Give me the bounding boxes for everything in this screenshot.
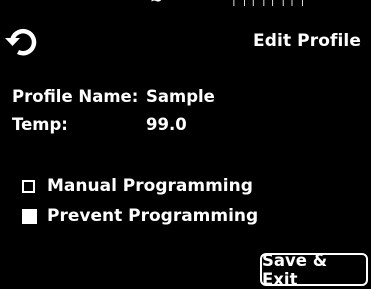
undo-arrow-icon xyxy=(5,28,37,56)
screen-title: Edit Profile xyxy=(253,31,361,51)
save-exit-button[interactable]: Save & Exit xyxy=(260,251,368,289)
manual-programming-label: Manual Programming xyxy=(47,176,253,196)
profile-name-value: Sample xyxy=(146,87,215,106)
profile-name-label: Profile Name: xyxy=(12,87,139,106)
prevent-programming-label: Prevent Programming xyxy=(47,206,259,226)
manual-programming-option[interactable]: Manual Programming xyxy=(22,175,253,197)
prevent-programming-option[interactable]: Prevent Programming xyxy=(22,205,258,227)
prevent-programming-checkbox[interactable] xyxy=(22,208,37,224)
back-button[interactable] xyxy=(4,22,42,60)
temp-label: Temp: xyxy=(12,115,68,134)
temp-value: 99.0 xyxy=(146,115,187,134)
clipped-top-content: ~ □ □ □ □ xyxy=(0,0,371,6)
manual-programming-checkbox[interactable] xyxy=(22,179,35,193)
